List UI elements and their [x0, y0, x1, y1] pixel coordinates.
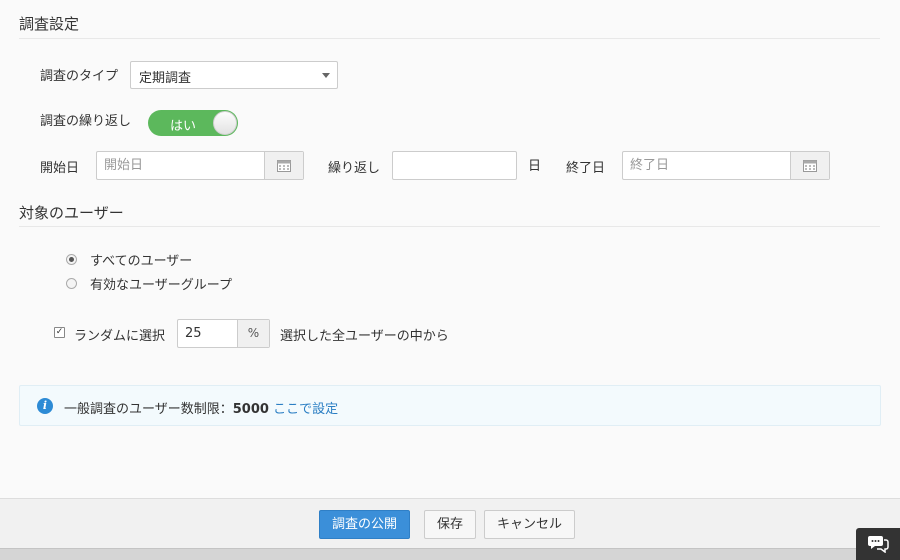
start-date-field — [96, 151, 304, 180]
info-banner: i 一般調査のユーザー数制限：5000 ここで設定 — [19, 385, 881, 426]
survey-type-label: 調査のタイプ — [40, 69, 119, 84]
random-select-label: ランダムに選択 — [74, 329, 166, 344]
radio-all-users[interactable]: すべてのユーザー — [66, 250, 192, 269]
percent-addon: % — [237, 320, 269, 347]
end-date-calendar-button[interactable] — [790, 152, 829, 179]
target-users-title: 対象のユーザー — [19, 204, 124, 222]
info-icon: i — [37, 398, 53, 414]
random-percent-field: % — [177, 319, 270, 348]
end-date-field — [622, 151, 830, 180]
footer-bottom-strip — [0, 548, 900, 560]
chevron-down-icon — [322, 73, 330, 78]
radio-button[interactable] — [66, 278, 77, 289]
info-text: 一般調査のユーザー数制限：5000 ここで設定 — [64, 398, 338, 417]
info-message: 一般調査のユーザー数制限： — [64, 402, 233, 417]
survey-settings-title: 調査設定 — [19, 15, 80, 33]
radio-button[interactable] — [66, 254, 77, 265]
section-divider — [19, 38, 880, 39]
radio-active-groups-label: 有効なユーザーグループ — [90, 278, 232, 293]
start-date-calendar-button[interactable] — [264, 152, 303, 179]
section-divider — [19, 226, 880, 227]
repeat-toggle[interactable]: はい — [148, 110, 238, 136]
radio-all-users-label: すべてのユーザー — [90, 254, 193, 269]
calendar-icon — [803, 160, 817, 172]
repeat-every-label: 繰り返し — [328, 161, 381, 176]
random-select-suffix: 選択した全ユーザーの中から — [280, 329, 449, 344]
repeat-days-input[interactable] — [392, 151, 517, 180]
save-button[interactable]: 保存 — [424, 510, 477, 539]
repeat-toggle-label: はい — [170, 119, 197, 134]
chat-icon — [868, 536, 889, 553]
calendar-icon — [277, 160, 291, 172]
survey-type-select[interactable]: 定期調査 — [130, 61, 338, 89]
random-percent-input[interactable] — [178, 320, 238, 347]
start-date-label: 開始日 — [40, 161, 80, 176]
random-select-checkbox[interactable]: ✓ — [54, 327, 65, 338]
chat-button[interactable] — [856, 528, 900, 560]
radio-active-groups[interactable]: 有効なユーザーグループ — [66, 274, 232, 293]
end-date-label: 終了日 — [566, 161, 606, 176]
day-unit-label: 日 — [528, 159, 542, 174]
publish-button[interactable]: 調査の公開 — [319, 510, 411, 539]
settings-link[interactable]: ここで設定 — [273, 402, 338, 417]
cancel-button[interactable]: キャンセル — [484, 510, 576, 539]
survey-type-value: 定期調査 — [139, 71, 192, 86]
end-date-input[interactable] — [623, 152, 791, 179]
user-limit-value: 5000 — [232, 402, 269, 417]
survey-repeat-label: 調査の繰り返し — [40, 114, 132, 129]
toggle-knob — [213, 111, 237, 135]
start-date-input[interactable] — [97, 152, 265, 179]
